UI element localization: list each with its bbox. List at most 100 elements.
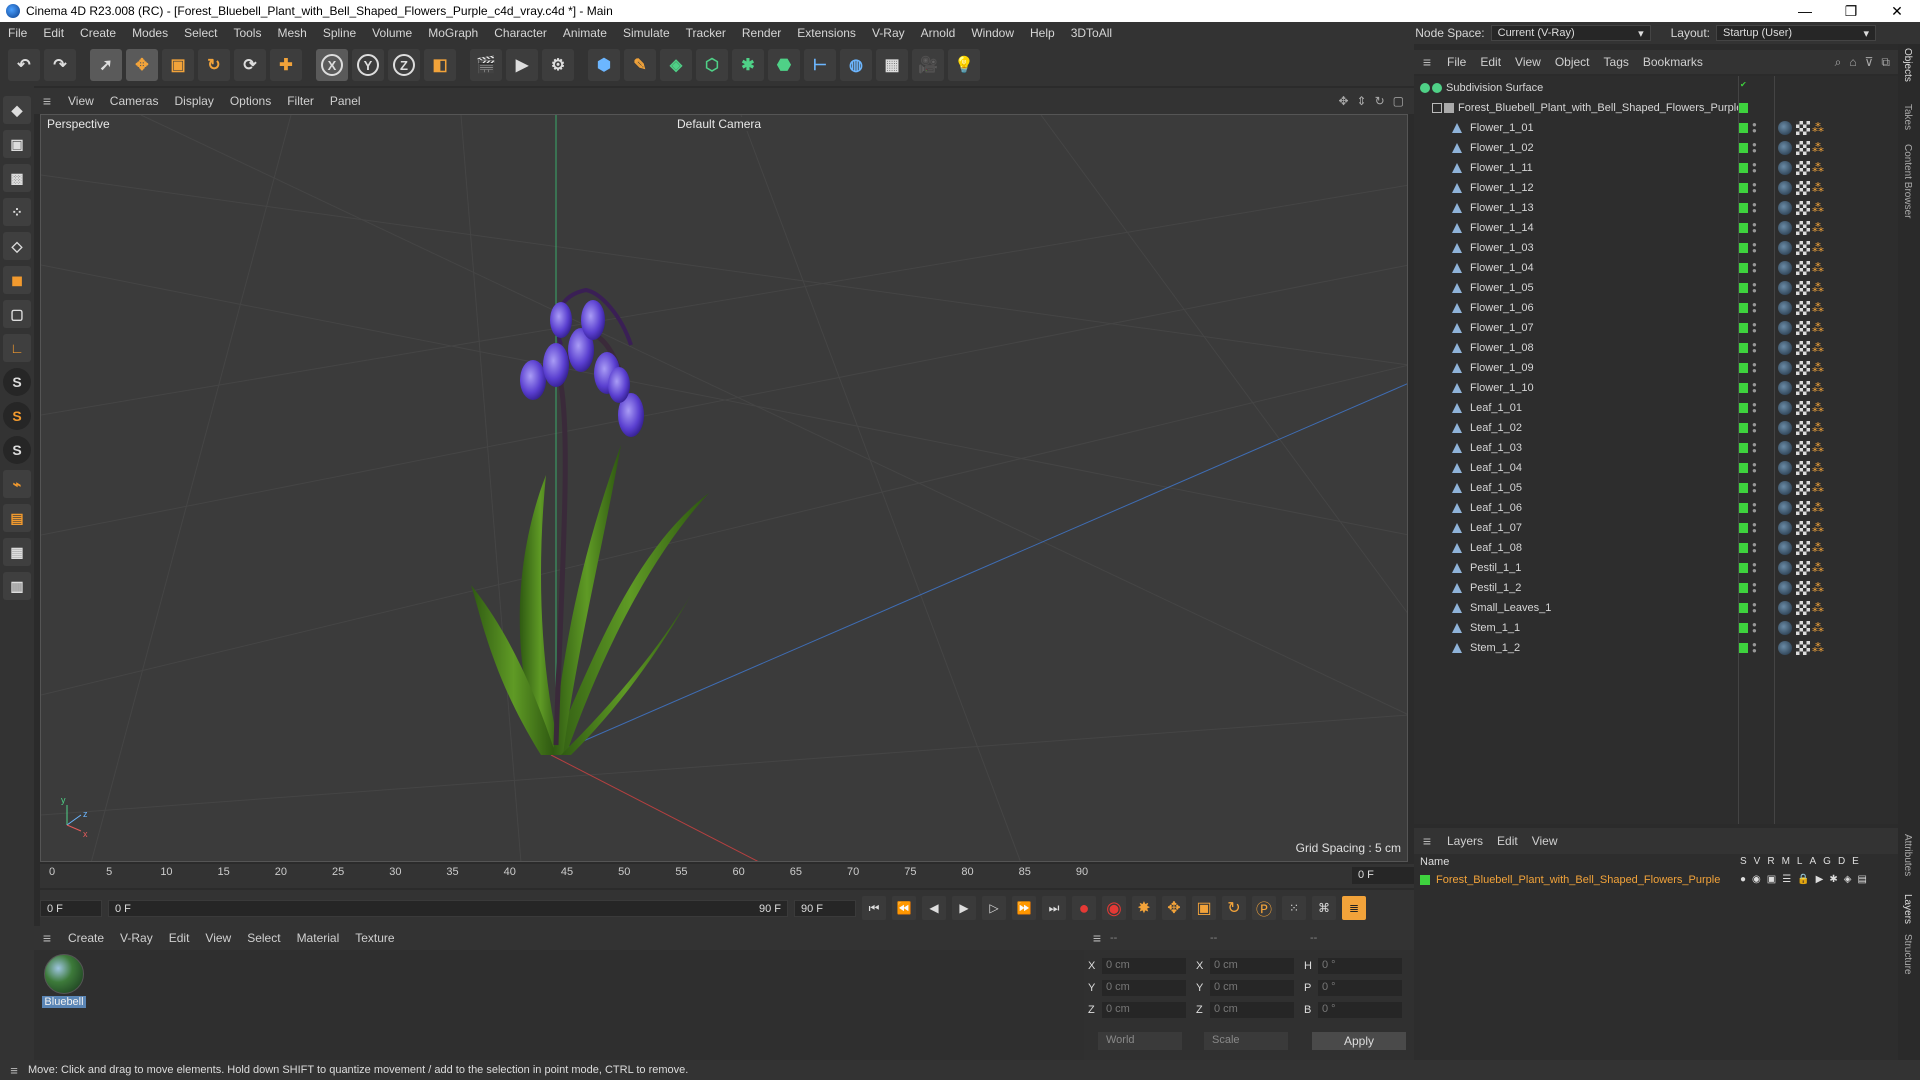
material-tag-icon[interactable] bbox=[1796, 521, 1810, 535]
new-window-icon[interactable]: ⧉ bbox=[1881, 55, 1890, 70]
mat-menu-edit[interactable]: Edit bbox=[161, 931, 198, 945]
layer-color-swatch[interactable] bbox=[1738, 463, 1748, 473]
object-row[interactable]: Stem_1_2 ● ● ⁂ bbox=[1414, 638, 1898, 658]
visibility-dots-icon[interactable]: ● ● bbox=[1752, 381, 1757, 395]
add-tool-icon[interactable]: ✚ bbox=[270, 49, 302, 81]
mat-menu-texture[interactable]: Texture bbox=[347, 931, 402, 945]
subdivision-icon[interactable]: ◈ bbox=[660, 49, 692, 81]
vray-tag-icon[interactable]: ⁂ bbox=[1812, 181, 1826, 195]
menu-mograph[interactable]: MoGraph bbox=[420, 26, 486, 40]
phong-tag-icon[interactable] bbox=[1778, 161, 1792, 175]
cloner-icon[interactable]: ✱ bbox=[732, 49, 764, 81]
scale-tool-icon[interactable]: ▣ bbox=[162, 49, 194, 81]
object-row[interactable]: Small_Leaves_1 ● ● ⁂ bbox=[1414, 598, 1898, 618]
layer-color-swatch[interactable] bbox=[1738, 603, 1748, 613]
phong-tag-icon[interactable] bbox=[1778, 321, 1792, 335]
visibility-dots-icon[interactable]: ● ● bbox=[1752, 641, 1757, 655]
eye-icon[interactable]: ◉ bbox=[1752, 874, 1761, 885]
visibility-dots-icon[interactable]: ● ● bbox=[1752, 181, 1757, 195]
menu-file[interactable]: File bbox=[0, 26, 35, 40]
layout-dropdown[interactable]: Startup (User) ▾ bbox=[1716, 25, 1876, 41]
hamburger-icon[interactable]: ≡ bbox=[1414, 54, 1440, 70]
visibility-dots-icon[interactable]: ● ● bbox=[1752, 601, 1757, 615]
vray-tag-icon[interactable]: ⁂ bbox=[1812, 441, 1826, 455]
timeline-icon[interactable]: ⌘ bbox=[1312, 896, 1336, 920]
viewport-menu-options[interactable]: Options bbox=[222, 94, 279, 108]
material-tag-icon[interactable] bbox=[1796, 201, 1810, 215]
phong-tag-icon[interactable] bbox=[1778, 301, 1792, 315]
generator-icon[interactable]: ✱ bbox=[1829, 874, 1837, 885]
scale-key-icon[interactable]: ▣ bbox=[1192, 896, 1216, 920]
menu-animate[interactable]: Animate bbox=[555, 26, 615, 40]
redo-icon[interactable]: ↷ bbox=[44, 49, 76, 81]
hamburger-icon[interactable]: ≡ bbox=[1084, 930, 1110, 946]
record-icon[interactable]: ● bbox=[1072, 896, 1096, 920]
visibility-dots-icon[interactable]: ● ● bbox=[1752, 421, 1757, 435]
close-button[interactable]: ✕ bbox=[1874, 3, 1920, 20]
obj-menu-object[interactable]: Object bbox=[1548, 55, 1597, 69]
layer-col-generators[interactable]: G bbox=[1823, 856, 1831, 867]
visibility-dots-icon[interactable]: ● ● bbox=[1752, 261, 1757, 275]
vray-tag-icon[interactable]: ⁂ bbox=[1812, 161, 1826, 175]
vray-tag-icon[interactable]: ⁂ bbox=[1812, 521, 1826, 535]
layer-col-animation[interactable]: A bbox=[1809, 856, 1816, 867]
material-tag-icon[interactable] bbox=[1796, 561, 1810, 575]
tab-layers[interactable]: Layers bbox=[1902, 894, 1913, 924]
expression-icon[interactable]: ▤ bbox=[1857, 874, 1866, 885]
menu-volume[interactable]: Volume bbox=[364, 26, 420, 40]
layer-color-swatch[interactable] bbox=[1738, 563, 1748, 573]
layer-color-swatch[interactable] bbox=[1738, 303, 1748, 313]
visibility-dots-icon[interactable]: ● ● bbox=[1752, 121, 1757, 135]
object-row-group[interactable]: Forest_Bluebell_Plant_with_Bell_Shaped_F… bbox=[1414, 98, 1898, 118]
obj-menu-edit[interactable]: Edit bbox=[1473, 55, 1508, 69]
layer-color-swatch[interactable] bbox=[1738, 243, 1748, 253]
obj-menu-tags[interactable]: Tags bbox=[1597, 55, 1636, 69]
extrude-icon[interactable]: ⬡ bbox=[696, 49, 728, 81]
object-row[interactable]: Flower_1_04 ● ● ⁂ bbox=[1414, 258, 1898, 278]
vray-tag-icon[interactable]: ⁂ bbox=[1812, 641, 1826, 655]
object-row[interactable]: Leaf_1_05 ● ● ⁂ bbox=[1414, 478, 1898, 498]
viewport-perspective[interactable]: y z x Perspective Default Camera Grid Sp… bbox=[40, 114, 1408, 862]
vray-tag-icon[interactable]: ⁂ bbox=[1812, 381, 1826, 395]
phong-tag-icon[interactable] bbox=[1778, 261, 1792, 275]
layer-col-expressions[interactable]: E bbox=[1852, 856, 1859, 867]
material-tag-icon[interactable] bbox=[1796, 381, 1810, 395]
home-icon[interactable]: ⌂ bbox=[1849, 55, 1856, 70]
vray-tag-icon[interactable]: ⁂ bbox=[1812, 221, 1826, 235]
layer-color-swatch[interactable] bbox=[1738, 163, 1748, 173]
viewport-menu-cameras[interactable]: Cameras bbox=[102, 94, 167, 108]
visibility-dots-icon[interactable]: ● ● bbox=[1752, 621, 1757, 635]
visibility-dots-icon[interactable]: ● ● bbox=[1752, 281, 1757, 295]
visibility-dots-icon[interactable]: ● ● bbox=[1752, 141, 1757, 155]
material-tag-icon[interactable] bbox=[1796, 541, 1810, 555]
object-row[interactable]: Flower_1_05 ● ● ⁂ bbox=[1414, 278, 1898, 298]
obj-menu-file[interactable]: File bbox=[1440, 55, 1473, 69]
y-axis-lock-icon[interactable]: Y bbox=[352, 49, 384, 81]
object-row[interactable]: Flower_1_06 ● ● ⁂ bbox=[1414, 298, 1898, 318]
next-keyframe-icon[interactable]: ⏩ bbox=[1012, 896, 1036, 920]
size-x-field[interactable]: 0 cm bbox=[1210, 958, 1294, 974]
obj-menu-view[interactable]: View bbox=[1508, 55, 1548, 69]
material-tag-icon[interactable] bbox=[1796, 141, 1810, 155]
phong-tag-icon[interactable] bbox=[1778, 221, 1792, 235]
make-editable-icon[interactable]: ◆ bbox=[3, 96, 31, 124]
vray-tag-icon[interactable]: ⁂ bbox=[1812, 141, 1826, 155]
menu-modes[interactable]: Modes bbox=[124, 26, 176, 40]
vray-tag-icon[interactable]: ⁂ bbox=[1812, 281, 1826, 295]
layer-menu-layers[interactable]: Layers bbox=[1440, 834, 1490, 848]
keyframe-selection-icon[interactable]: ✸ bbox=[1132, 896, 1156, 920]
dope-sheet-icon[interactable]: ≣ bbox=[1342, 896, 1366, 920]
phong-tag-icon[interactable] bbox=[1778, 601, 1792, 615]
menu-select[interactable]: Select bbox=[176, 26, 225, 40]
object-row-root[interactable]: Subdivision Surface ✔ bbox=[1414, 78, 1898, 98]
menu-render[interactable]: Render bbox=[734, 26, 789, 40]
vray-tag-icon[interactable]: ⁂ bbox=[1812, 241, 1826, 255]
viewport-menu-display[interactable]: Display bbox=[166, 94, 221, 108]
axis-mode-icon[interactable]: ∟ bbox=[3, 334, 31, 362]
camera-label[interactable]: Default Camera bbox=[673, 117, 766, 131]
object-row[interactable]: Flower_1_02 ● ● ⁂ bbox=[1414, 138, 1898, 158]
coordinate-system-icon[interactable]: ◧ bbox=[424, 49, 456, 81]
deformer-icon[interactable]: ◈ bbox=[1844, 874, 1852, 885]
phong-tag-icon[interactable] bbox=[1778, 341, 1792, 355]
material-tag-icon[interactable] bbox=[1796, 121, 1810, 135]
